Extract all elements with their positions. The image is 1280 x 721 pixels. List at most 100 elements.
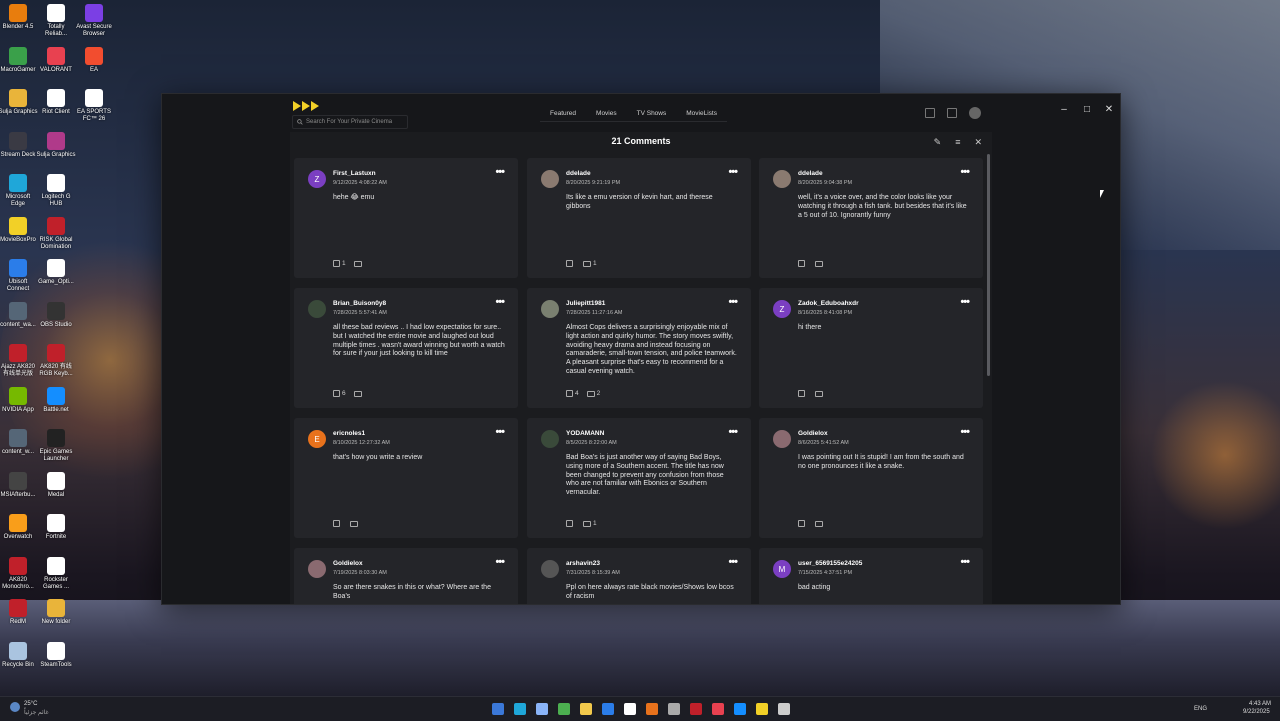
taskbar-app-icon[interactable] xyxy=(756,703,768,715)
more-options-icon[interactable]: ••• xyxy=(495,426,505,438)
desktop-icon[interactable]: AK820 Monochro... xyxy=(0,556,38,591)
avatar[interactable] xyxy=(541,300,559,318)
taskbar-app-icon[interactable] xyxy=(646,703,658,715)
user-avatar[interactable] xyxy=(969,107,981,119)
comment-username[interactable]: Brian_Buison0y8 xyxy=(333,300,386,307)
desktop-icon[interactable]: Fortnite xyxy=(36,514,76,541)
avatar[interactable] xyxy=(541,170,559,188)
desktop-icon[interactable]: Riot Client xyxy=(36,89,76,116)
reply-button[interactable]: 1 xyxy=(583,520,597,527)
reply-button[interactable]: 1 xyxy=(583,260,597,267)
desktop-icon[interactable]: Recycle Bin xyxy=(0,641,38,669)
clock-date[interactable]: 9/22/2025 xyxy=(1243,709,1270,715)
taskbar-app-icon[interactable] xyxy=(602,703,614,715)
tab-movielists[interactable]: MovieLists xyxy=(676,106,727,122)
more-options-icon[interactable]: ••• xyxy=(960,556,970,568)
desktop-icon[interactable]: EA xyxy=(74,46,114,74)
more-options-icon[interactable]: ••• xyxy=(960,166,970,178)
more-options-icon[interactable]: ••• xyxy=(728,426,738,438)
desktop-icon[interactable]: Sulja Graphics xyxy=(0,89,38,116)
edit-icon[interactable]: ✎ xyxy=(934,137,942,148)
like-button[interactable] xyxy=(798,260,807,267)
desktop-icon[interactable]: Epic Games Launcher xyxy=(36,429,76,463)
desktop-icon[interactable]: Overwatch xyxy=(0,514,38,541)
comment-username[interactable]: arshavin23 xyxy=(566,560,600,567)
desktop-icon[interactable]: Battle.net xyxy=(36,386,76,414)
comment-username[interactable]: Zadok_Eduboahxdr xyxy=(798,300,859,307)
reply-button[interactable]: 2 xyxy=(586,390,600,397)
reply-button[interactable] xyxy=(350,520,360,527)
like-button[interactable] xyxy=(798,520,807,527)
taskbar-app-icon[interactable] xyxy=(690,703,702,715)
desktop-icon[interactable]: RedM xyxy=(0,599,38,626)
more-options-icon[interactable]: ••• xyxy=(728,296,738,308)
avatar[interactable] xyxy=(541,560,559,578)
sort-icon[interactable]: ≡ xyxy=(955,137,960,148)
app-logo[interactable] xyxy=(293,101,319,111)
more-options-icon[interactable]: ••• xyxy=(495,556,505,568)
desktop-icon[interactable]: Rockster Games ... xyxy=(36,556,76,591)
tab-tv-shows[interactable]: TV Shows xyxy=(626,106,677,122)
desktop-icon[interactable]: Blender 4.5 xyxy=(0,4,38,31)
taskbar-app-icon[interactable] xyxy=(580,703,592,715)
taskbar-app-icon[interactable] xyxy=(514,703,526,715)
comment-username[interactable]: First_Lastuxn xyxy=(333,170,376,177)
comment-username[interactable]: Goldielox xyxy=(333,560,363,567)
like-button[interactable]: 1 xyxy=(333,260,346,267)
taskbar-app-icon[interactable] xyxy=(668,703,680,715)
desktop-icon[interactable]: EA SPORTS FC™ 26 xyxy=(74,89,114,123)
desktop-icon[interactable]: Totally Reliab... xyxy=(36,4,76,38)
taskbar-app-icon[interactable] xyxy=(558,703,570,715)
tab-movies[interactable]: Movies xyxy=(586,106,627,122)
desktop-icon[interactable]: Game_Opti... xyxy=(36,259,76,286)
more-options-icon[interactable]: ••• xyxy=(728,556,738,568)
comment-username[interactable]: ericnoles1 xyxy=(333,430,365,437)
comment-username[interactable]: ddelade xyxy=(566,170,591,177)
avatar[interactable]: Z xyxy=(308,170,326,188)
comment-username[interactable]: YODAMANN xyxy=(566,430,604,437)
desktop-icon[interactable]: Ajazz AK820 有线单光版 xyxy=(0,344,38,378)
taskbar-app-icon[interactable] xyxy=(778,703,790,715)
scrollbar[interactable] xyxy=(987,154,990,376)
desktop-icon[interactable]: Medal xyxy=(36,471,76,499)
like-button[interactable] xyxy=(566,260,575,267)
avatar[interactable] xyxy=(308,300,326,318)
desktop-icon[interactable]: content_wa... xyxy=(0,301,38,329)
weather-icon[interactable] xyxy=(10,702,20,712)
more-options-icon[interactable]: ••• xyxy=(495,166,505,178)
weather-temp[interactable]: 25°C xyxy=(24,701,37,707)
maximize-button[interactable]: □ xyxy=(1078,104,1096,115)
desktop-icon[interactable]: MovieBoxPro xyxy=(0,216,38,244)
desktop-icon[interactable]: SteamTools xyxy=(36,641,76,669)
like-button[interactable]: 4 xyxy=(566,390,579,397)
desktop-icon[interactable]: Logitech G HUB xyxy=(36,174,76,208)
reply-button[interactable] xyxy=(353,260,364,267)
comment-username[interactable]: Juliepitt1981 xyxy=(566,300,605,307)
comment-username[interactable]: ddelade xyxy=(798,170,823,177)
desktop-icon[interactable]: AK820 有线 RGB Keyb... xyxy=(36,344,76,378)
tab-featured[interactable]: Featured xyxy=(540,106,587,122)
language-indicator[interactable]: ENG xyxy=(1194,706,1207,712)
reply-button[interactable] xyxy=(815,520,825,527)
close-window-button[interactable]: ✕ xyxy=(1100,104,1118,115)
avatar[interactable]: E xyxy=(308,430,326,448)
avatar[interactable] xyxy=(773,170,791,188)
taskbar-app-icon[interactable] xyxy=(624,703,636,715)
desktop-icon[interactable]: MSIAfterbu... xyxy=(0,471,38,499)
taskbar-app-icon[interactable] xyxy=(734,703,746,715)
more-options-icon[interactable]: ••• xyxy=(960,426,970,438)
avatar[interactable]: Z xyxy=(773,300,791,318)
like-button[interactable]: 6 xyxy=(333,390,346,397)
like-button[interactable] xyxy=(566,520,575,527)
minimize-button[interactable]: – xyxy=(1055,104,1073,115)
desktop-icon[interactable]: Microsoft Edge xyxy=(0,174,38,208)
reply-button[interactable] xyxy=(815,260,825,267)
desktop-icon[interactable]: Avast Secure Browser xyxy=(74,4,114,38)
reply-button[interactable] xyxy=(353,390,364,397)
desktop-icon[interactable]: NVIDIA App xyxy=(0,386,38,414)
taskbar-app-icon[interactable] xyxy=(492,703,504,715)
comment-username[interactable]: user_6569155e24205 xyxy=(798,560,862,567)
reply-button[interactable] xyxy=(815,390,825,397)
close-icon[interactable]: ✕ xyxy=(974,137,982,148)
desktop-icon[interactable]: Stream Deck xyxy=(0,131,38,159)
